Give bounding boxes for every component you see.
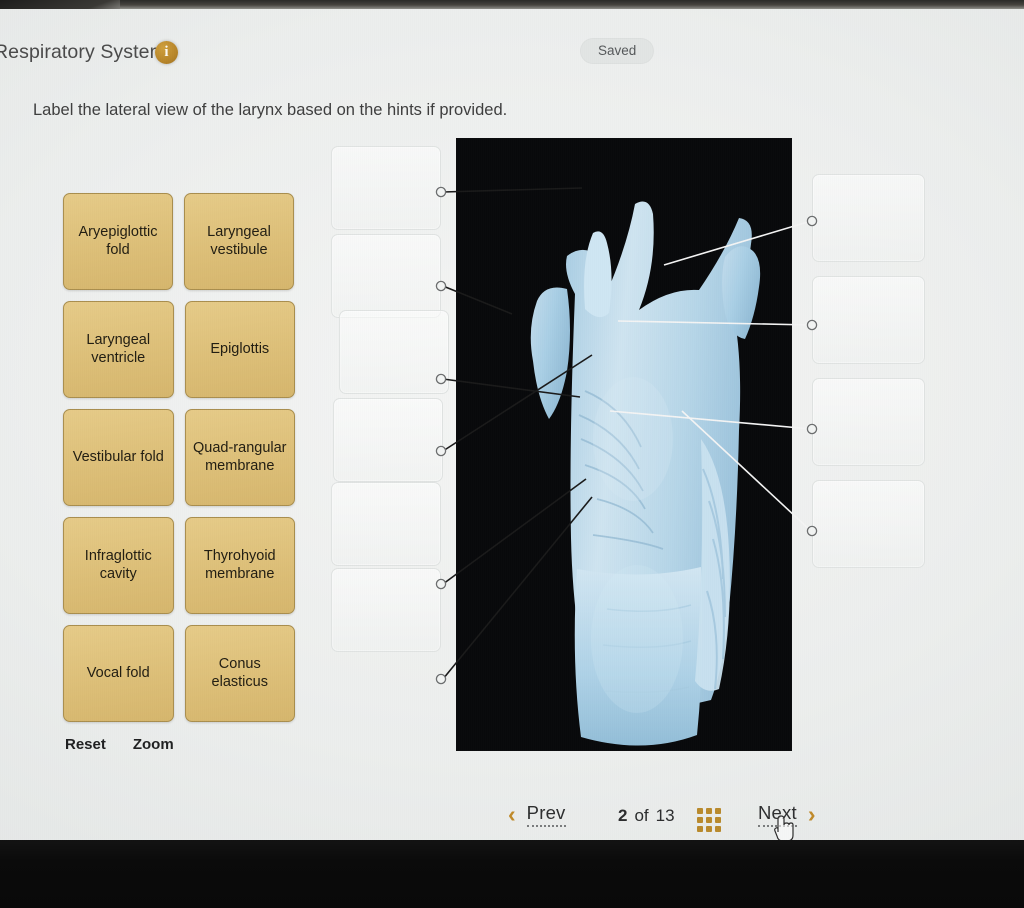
app-header: Respiratory System i Saved bbox=[0, 22, 1024, 66]
of-label: of bbox=[634, 806, 649, 825]
app-page: Respiratory System i Saved Label the lat… bbox=[0, 9, 1024, 842]
label-tile[interactable]: Quad-rangular membrane bbox=[184, 409, 295, 506]
drop-zone-right-1[interactable] bbox=[812, 174, 925, 262]
label-tile[interactable]: Thyrohyoid membrane bbox=[184, 517, 295, 614]
tile-row: Infraglottic cavity Thyrohyoid membrane bbox=[63, 517, 295, 614]
tile-row: Vestibular fold Quad-rangular membrane bbox=[63, 409, 295, 506]
grid-view-icon[interactable] bbox=[697, 808, 721, 832]
current-page: 2 bbox=[618, 806, 628, 825]
label-tile[interactable]: Vocal fold bbox=[63, 625, 174, 722]
prev-button[interactable]: ‹ Prev bbox=[508, 802, 566, 827]
page-indicator: 2 of 13 bbox=[618, 806, 675, 826]
total-pages: 13 bbox=[655, 806, 675, 825]
label-tile-tray: Aryepiglottic fold Laryngeal vestibule L… bbox=[63, 193, 295, 733]
page-title: Respiratory System bbox=[0, 41, 166, 63]
info-icon[interactable]: i bbox=[155, 41, 178, 64]
label-tile[interactable]: Vestibular fold bbox=[63, 409, 174, 506]
label-tile[interactable]: Laryngeal ventricle bbox=[63, 301, 174, 398]
instruction-text: Label the lateral view of the larynx bas… bbox=[33, 101, 508, 119]
label-tile[interactable]: Aryepiglottic fold bbox=[63, 193, 173, 290]
drop-zone-left-6[interactable] bbox=[331, 568, 441, 652]
monitor-bezel-top bbox=[0, 0, 1024, 9]
figure-tools: Reset Zoom bbox=[65, 736, 174, 753]
drop-zone-left-4[interactable] bbox=[333, 398, 443, 482]
prev-label: Prev bbox=[526, 802, 566, 827]
tile-row: Vocal fold Conus elasticus bbox=[63, 625, 295, 722]
drop-zone-right-3[interactable] bbox=[812, 378, 925, 466]
drop-zone-left-3[interactable] bbox=[339, 310, 449, 394]
chevron-left-icon: ‹ bbox=[508, 801, 516, 827]
label-tile[interactable]: Laryngeal vestibule bbox=[184, 193, 294, 290]
anatomy-figure[interactable] bbox=[457, 139, 791, 750]
info-icon-glyph: i bbox=[164, 44, 169, 60]
next-label: Next bbox=[758, 802, 797, 827]
zoom-button[interactable]: Zoom bbox=[133, 736, 174, 753]
drop-zone-left-2[interactable] bbox=[331, 234, 441, 318]
larynx-specimen-image bbox=[457, 139, 791, 750]
label-tile[interactable]: Epiglottis bbox=[184, 301, 295, 398]
chevron-right-icon: › bbox=[807, 801, 816, 827]
reset-button[interactable]: Reset bbox=[65, 736, 106, 753]
pagination-bar: ‹ Prev 2 of 13 Next › bbox=[0, 799, 1024, 845]
label-tile[interactable]: Infraglottic cavity bbox=[63, 517, 174, 614]
status-badge: Saved bbox=[580, 38, 655, 64]
drop-zone-left-5[interactable] bbox=[331, 482, 441, 566]
tile-row: Laryngeal ventricle Epiglottis bbox=[63, 301, 295, 398]
drop-zone-left-1[interactable] bbox=[331, 146, 441, 230]
windows-taskbar: Search PRE bbox=[0, 840, 1024, 908]
tile-row: Aryepiglottic fold Laryngeal vestibule bbox=[63, 193, 295, 290]
label-tile[interactable]: Conus elasticus bbox=[184, 625, 295, 722]
drop-zone-right-4[interactable] bbox=[812, 480, 925, 568]
next-button[interactable]: Next › bbox=[758, 802, 816, 827]
drop-zone-right-2[interactable] bbox=[812, 276, 925, 364]
